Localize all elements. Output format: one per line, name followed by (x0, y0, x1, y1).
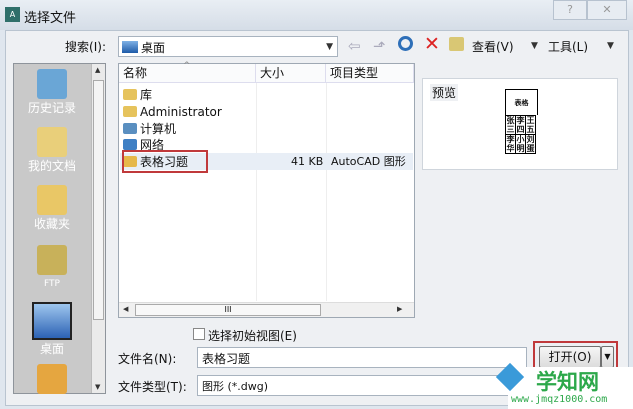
sidebar-label: FTP (44, 279, 60, 289)
filetype-label: 文件类型(T): (118, 380, 187, 394)
sidebar-item-favorites[interactable]: 收藏夹 (14, 185, 90, 232)
title-bar (0, 0, 633, 30)
scroll-thumb[interactable] (93, 80, 104, 320)
file-size: 41 KB (291, 155, 324, 168)
scroll-up-icon[interactable]: ▲ (95, 66, 100, 74)
preview-cell: 小明 (515, 134, 526, 154)
preview-cell: 张三 (505, 115, 516, 135)
filename-input[interactable]: 表格习题 (197, 347, 527, 368)
delete-icon[interactable]: ✕ (424, 33, 440, 55)
watermark-url: www.jmqz1000.com (511, 394, 608, 405)
initial-view-checkbox[interactable] (193, 328, 205, 340)
help-button[interactable]: ? (553, 0, 587, 20)
search-label: 搜索(I): (65, 40, 106, 54)
open-dropdown-icon[interactable]: ▼ (601, 346, 614, 368)
close-button[interactable]: ✕ (587, 0, 627, 20)
watermark-name: 学知网 (536, 370, 599, 394)
location-value: 桌面 (141, 41, 166, 55)
column-header-size[interactable]: 大小 (256, 64, 326, 83)
sidebar-label: 我的文档 (27, 159, 76, 173)
library-icon (123, 89, 137, 100)
highlight-box (122, 150, 208, 173)
history-icon (37, 69, 67, 99)
horizontal-scrollbar[interactable]: ◀ III ▶ (119, 302, 414, 317)
sort-ascending-icon: ^ (183, 61, 191, 71)
user-folder-icon (123, 106, 137, 117)
file-list: 名称 ^ 大小 项目类型 库 Administrator 计算机 网络 表格习题… (118, 61, 415, 318)
list-item[interactable]: 计算机 (123, 121, 176, 137)
desktop-icon (32, 302, 72, 340)
file-name: 库 (140, 88, 153, 102)
column-header-type[interactable]: 项目类型 (326, 64, 414, 83)
view-menu[interactable]: 查看(V) (472, 38, 514, 55)
list-item[interactable]: 库 (123, 87, 152, 103)
computer-icon (123, 123, 137, 134)
open-button[interactable]: 打开(O) (539, 346, 601, 368)
up-folder-icon[interactable]: ⬏ (373, 37, 386, 55)
preview-table: 张三 李四 王五 李华 小明 刘蛋 (505, 115, 536, 154)
sidebar-label: 收藏夹 (33, 217, 70, 231)
folder-icon (37, 127, 67, 157)
sidebar-item-my-documents[interactable]: 我的文档 (14, 127, 90, 174)
scroll-right-icon[interactable]: ▶ (397, 305, 402, 313)
preview-label: 预览 (430, 84, 459, 101)
favorites-folder-icon (37, 185, 67, 215)
chevron-down-icon[interactable]: ▼ (326, 42, 333, 52)
preview-cell: 李华 (505, 134, 516, 154)
location-combo[interactable]: 桌面 ▼ (118, 36, 338, 57)
list-item[interactable]: Administrator (123, 104, 222, 120)
scroll-left-icon[interactable]: ◀ (123, 305, 128, 313)
desktop-icon (122, 41, 138, 53)
scroll-thumb[interactable]: III (135, 304, 321, 316)
back-icon[interactable]: ⇦ (348, 37, 361, 55)
preview-cell: 王五 (525, 115, 536, 135)
scroll-down-icon[interactable]: ▼ (95, 383, 100, 391)
file-type: AutoCAD 图形 (331, 155, 406, 168)
new-folder-icon[interactable] (449, 37, 464, 51)
sidebar-label: 桌面 (39, 342, 64, 356)
network-icon (123, 139, 137, 150)
search-web-icon[interactable] (398, 36, 413, 51)
sidebar-item-desktop[interactable]: 桌面 (14, 302, 90, 357)
tools-dropdown-icon[interactable]: ▼ (607, 41, 614, 51)
filename-label: 文件名(N): (118, 352, 177, 366)
initial-view-label: 选择初始视图(E) (208, 329, 297, 343)
sidebar-item-ftp[interactable]: FTP (14, 245, 90, 289)
view-dropdown-icon[interactable]: ▼ (531, 41, 538, 51)
filetype-value: 图形 (*.dwg) (202, 380, 269, 393)
folder-icon (37, 364, 67, 394)
places-sidebar: 历史记录 我的文档 收藏夹 FTP 桌面 ▲ ▼ (13, 63, 106, 394)
preview-cell: 刘蛋 (525, 134, 536, 154)
tools-menu[interactable]: 工具(L) (548, 38, 588, 55)
preview-table-title: 表格 (505, 89, 538, 115)
window-title: 选择文件 (24, 11, 77, 26)
filetype-select[interactable]: 图形 (*.dwg) (197, 375, 527, 396)
preview-thumbnail: 表格 张三 李四 王五 李华 小明 刘蛋 (505, 89, 538, 154)
file-name: 计算机 (140, 122, 177, 136)
watermark: 学知网 www.jmqz1000.com (495, 362, 633, 409)
sidebar-item-history[interactable]: 历史记录 (14, 69, 90, 116)
file-name: Administrator (140, 105, 222, 119)
sidebar-scrollbar[interactable]: ▲ ▼ (91, 64, 105, 393)
ftp-icon (37, 245, 67, 275)
preview-cell: 李四 (515, 115, 526, 135)
sidebar-item-folder[interactable] (14, 364, 90, 394)
filename-value: 表格习题 (202, 352, 251, 366)
sidebar-label: 历史记录 (27, 101, 76, 115)
autocad-app-icon: A (5, 7, 20, 22)
